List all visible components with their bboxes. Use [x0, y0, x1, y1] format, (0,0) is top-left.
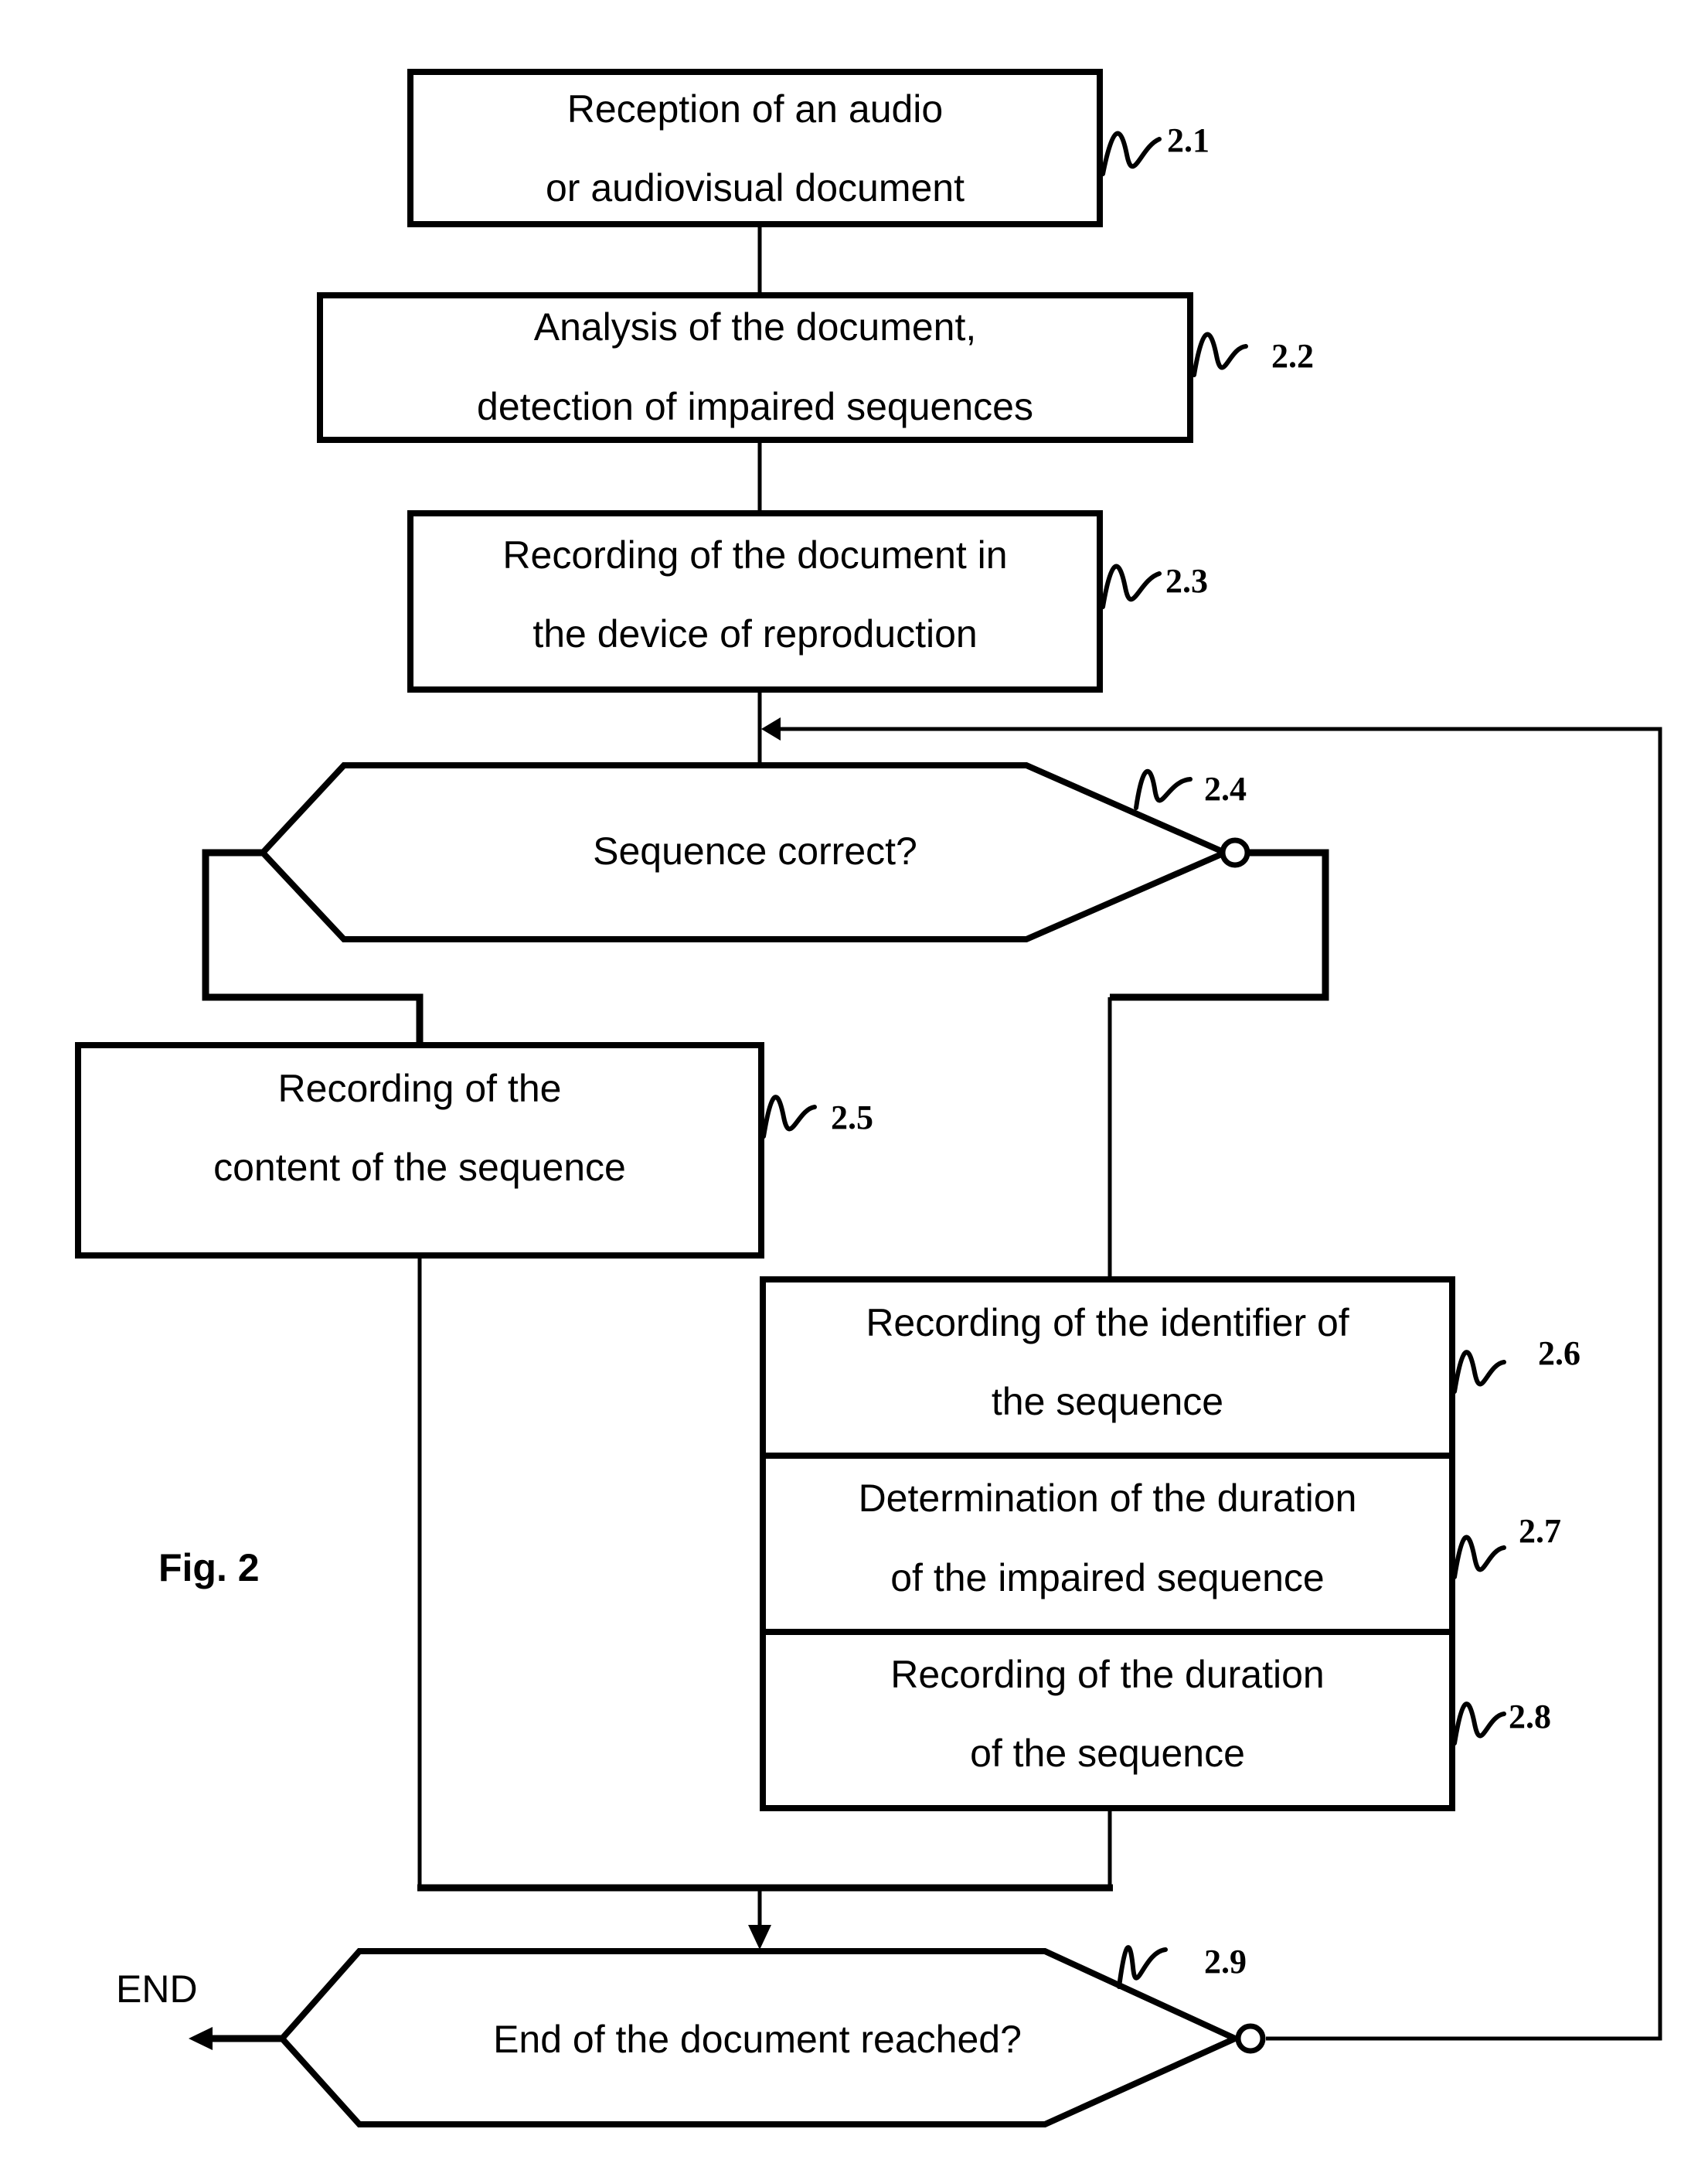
- step-2-2: Analysis of the document, detection of i…: [317, 292, 1314, 443]
- reference-squiggle-icon: [1192, 332, 1248, 377]
- loop-back-arrowhead: [761, 717, 781, 741]
- step-2-7-line-2: of the impaired sequence: [890, 1556, 1324, 1599]
- figure-label: Fig. 2: [158, 1546, 260, 1589]
- reference-squiggle-icon: [1117, 1945, 1168, 1989]
- step-2-8-line-1: Recording of the duration: [890, 1653, 1324, 1696]
- step-2-7: Determination of the duration of the imp…: [760, 1453, 1561, 1635]
- decision-2-9-question: End of the document reached?: [493, 2018, 1022, 2061]
- step-2-5-ref: 2.5: [831, 1099, 873, 1136]
- decision-2-4-no-indicator: [1220, 837, 1250, 868]
- reference-squiggle-icon: [1452, 1701, 1506, 1746]
- step-2-3-line-1: Recording of the document in: [502, 533, 1007, 577]
- step-2-8-ref: 2.8: [1509, 1698, 1551, 1735]
- step-2-3-line-2: the device of reproduction: [532, 612, 977, 656]
- decision-2-9-no-indicator: [1235, 2023, 1266, 2054]
- step-2-6-ref: 2.6: [1538, 1334, 1580, 1372]
- flowchart: END Reception of an audio or audiovisual…: [75, 69, 1662, 2127]
- step-2-4-ref: 2.4: [1204, 770, 1247, 808]
- step-2-8-line-2: of the sequence: [970, 1732, 1245, 1775]
- step-2-7-ref: 2.7: [1519, 1512, 1561, 1550]
- step-2-1-line-2: or audiovisual document: [546, 166, 965, 209]
- step-2-5-line-1: Recording of the: [278, 1067, 562, 1110]
- decision-2-4: Sequence correct? 2.4: [258, 762, 1250, 942]
- step-2-9-ref: 2.9: [1204, 1943, 1247, 1981]
- step-2-1-line-1: Reception of an audio: [567, 87, 943, 131]
- reference-squiggle-icon: [1134, 769, 1193, 810]
- step-2-5-line-2: content of the sequence: [213, 1146, 626, 1189]
- reference-squiggle-icon: [1101, 564, 1162, 609]
- step-2-5: Recording of the content of the sequence…: [75, 1042, 873, 1259]
- reference-squiggle-icon: [761, 1095, 817, 1139]
- step-2-2-ref: 2.2: [1271, 337, 1314, 375]
- step-2-3-ref: 2.3: [1165, 562, 1208, 600]
- decision-2-4-question: Sequence correct?: [593, 829, 917, 873]
- merge-arrowhead: [748, 1925, 771, 1950]
- reference-squiggle-icon: [1452, 1535, 1506, 1579]
- step-2-1: Reception of an audio or audiovisual doc…: [407, 69, 1210, 227]
- step-2-6-line-2: the sequence: [992, 1380, 1223, 1423]
- step-2-1-ref: 2.1: [1167, 121, 1210, 159]
- step-2-2-line-2: detection of impaired sequences: [477, 385, 1033, 428]
- reference-squiggle-icon: [1452, 1350, 1506, 1394]
- end-label: END: [116, 1967, 198, 2011]
- step-2-3: Recording of the document in the device …: [407, 510, 1208, 693]
- step-2-8: Recording of the duration of the sequenc…: [760, 1629, 1551, 1811]
- reference-squiggle-icon: [1101, 131, 1162, 176]
- step-2-2-line-1: Analysis of the document,: [534, 305, 977, 349]
- step-2-7-line-1: Determination of the duration: [859, 1477, 1357, 1520]
- step-2-6-line-1: Recording of the identifier of: [866, 1301, 1349, 1344]
- step-2-6: Recording of the identifier of the seque…: [760, 1276, 1580, 1459]
- end-arrowhead: [189, 2027, 213, 2050]
- decision-2-9: End of the document reached? 2.9: [277, 1943, 1266, 2127]
